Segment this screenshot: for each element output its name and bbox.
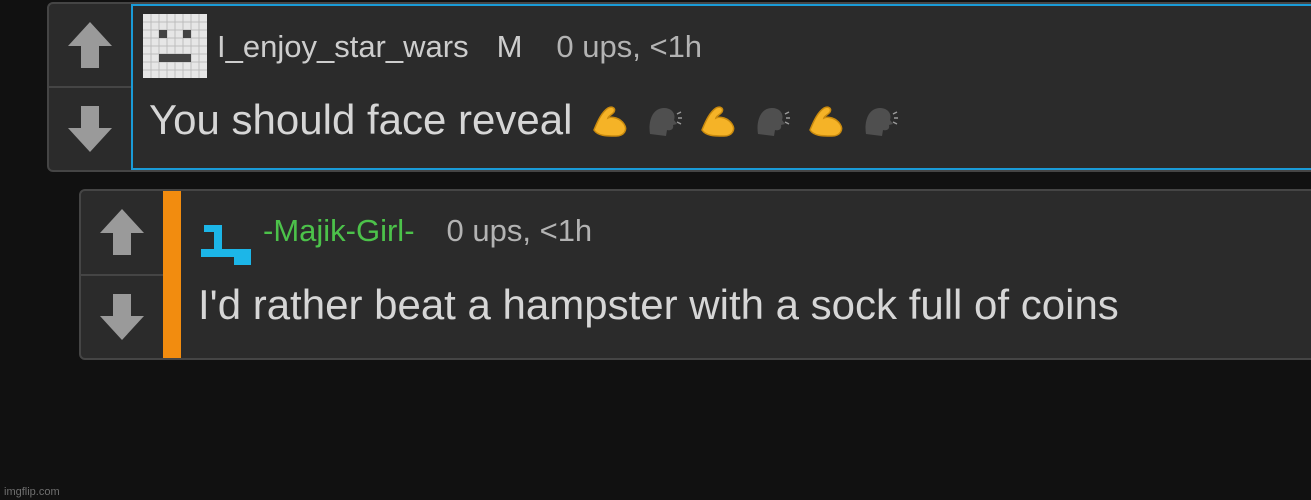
mod-badge: M [496, 29, 523, 64]
speaking-head-icon [757, 108, 791, 136]
watermark: imgflip.com [4, 486, 60, 498]
arrow-down-icon [68, 106, 112, 152]
comment-text: You should face reveal [149, 96, 573, 143]
username-link[interactable]: I_enjoy_star_wars [217, 29, 469, 65]
arrow-down-icon [100, 293, 144, 340]
comment-body: I_enjoy_star_wars M 0 ups, <1h You shoul… [131, 4, 1311, 170]
downvote-button[interactable] [81, 273, 163, 359]
speaking-head-icon [865, 108, 899, 136]
avatar[interactable] [201, 221, 253, 267]
flexed-biceps-icon [701, 106, 735, 137]
comment-text: I'd rather beat a hampster with a sock f… [198, 281, 1119, 328]
flexed-biceps-icon [593, 106, 627, 137]
avatar[interactable] [143, 14, 207, 78]
arrow-up-icon [100, 209, 144, 256]
downvote-button[interactable] [49, 86, 131, 170]
reply-indicator-bar [163, 191, 181, 358]
comment-text-line: You should face reveal [149, 94, 900, 146]
comment-2-reply: -Majik-Girl- 0 ups, <1h I'd rather beat … [79, 189, 1311, 360]
upvote-button[interactable] [49, 4, 131, 86]
comment-stats: 0 ups, <1h [446, 213, 593, 248]
vote-column [81, 191, 163, 358]
upvote-button[interactable] [81, 191, 163, 274]
arrow-up-icon [68, 22, 112, 68]
username-link[interactable]: -Majik-Girl- [263, 213, 415, 249]
speaking-head-icon [649, 108, 683, 136]
comment-stats: 0 ups, <1h [556, 29, 703, 64]
flexed-biceps-icon [809, 106, 843, 137]
vote-column [49, 4, 131, 170]
comment-1: I_enjoy_star_wars M 0 ups, <1h You shoul… [47, 2, 1311, 172]
comment-body: -Majik-Girl- 0 ups, <1h I'd rather beat … [163, 191, 1311, 358]
